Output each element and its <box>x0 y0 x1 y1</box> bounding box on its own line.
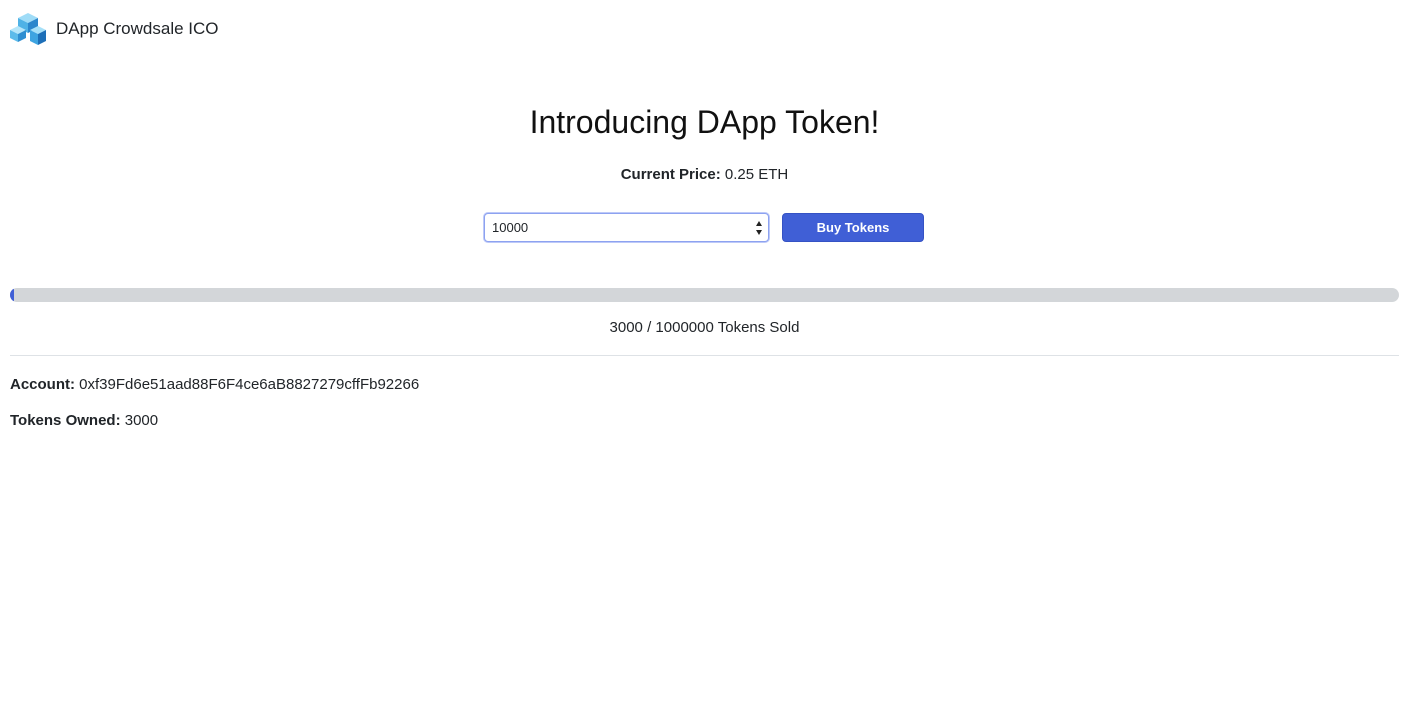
tokens-owned-label: Tokens Owned: <box>10 412 121 429</box>
tokens-sold-suffix: Tokens Sold <box>717 319 800 336</box>
tokens-sold-progress-bar <box>10 288 1399 302</box>
progress-bar-fill <box>10 288 15 302</box>
tokens-max-count: 1000000 <box>655 319 714 336</box>
account-label: Account: <box>10 376 75 393</box>
tokens-sold-text: 3000 / 1000000 Tokens Sold <box>0 317 1409 339</box>
account-info: Account: 0xf39Fd6e51aad88F6F4ce6aB882727… <box>10 374 419 396</box>
divider <box>10 355 1399 356</box>
tokens-owned-info: Tokens Owned: 3000 <box>10 410 158 432</box>
navbar: DApp Crowdsale ICO <box>10 10 219 48</box>
page-title: Introducing DApp Token! <box>529 104 880 140</box>
tokens-owned-value: 3000 <box>124 412 159 429</box>
token-amount-input[interactable]: 10000 <box>484 213 769 242</box>
tokens-sold-separator: / <box>647 319 652 336</box>
stepper-down-icon[interactable] <box>756 230 762 235</box>
number-stepper-icon[interactable] <box>755 221 763 235</box>
current-price-value: 0.25 ETH <box>724 166 789 183</box>
account-address: 0xf39Fd6e51aad88F6F4ce6aB8827279cffFb922… <box>79 376 420 393</box>
token-amount-value: 10000 <box>492 220 529 235</box>
cube-logo-icon <box>10 13 46 45</box>
current-price-label: Current Price: <box>620 166 721 183</box>
buy-tokens-button[interactable]: Buy Tokens <box>782 213 924 242</box>
brand-title[interactable]: DApp Crowdsale ICO <box>56 19 219 39</box>
current-price: Current Price: 0.25 ETH <box>0 164 1409 186</box>
tokens-sold-count: 3000 <box>609 319 643 336</box>
stepper-up-icon[interactable] <box>756 221 762 226</box>
buy-tokens-form: 10000 Buy Tokens <box>484 213 924 242</box>
